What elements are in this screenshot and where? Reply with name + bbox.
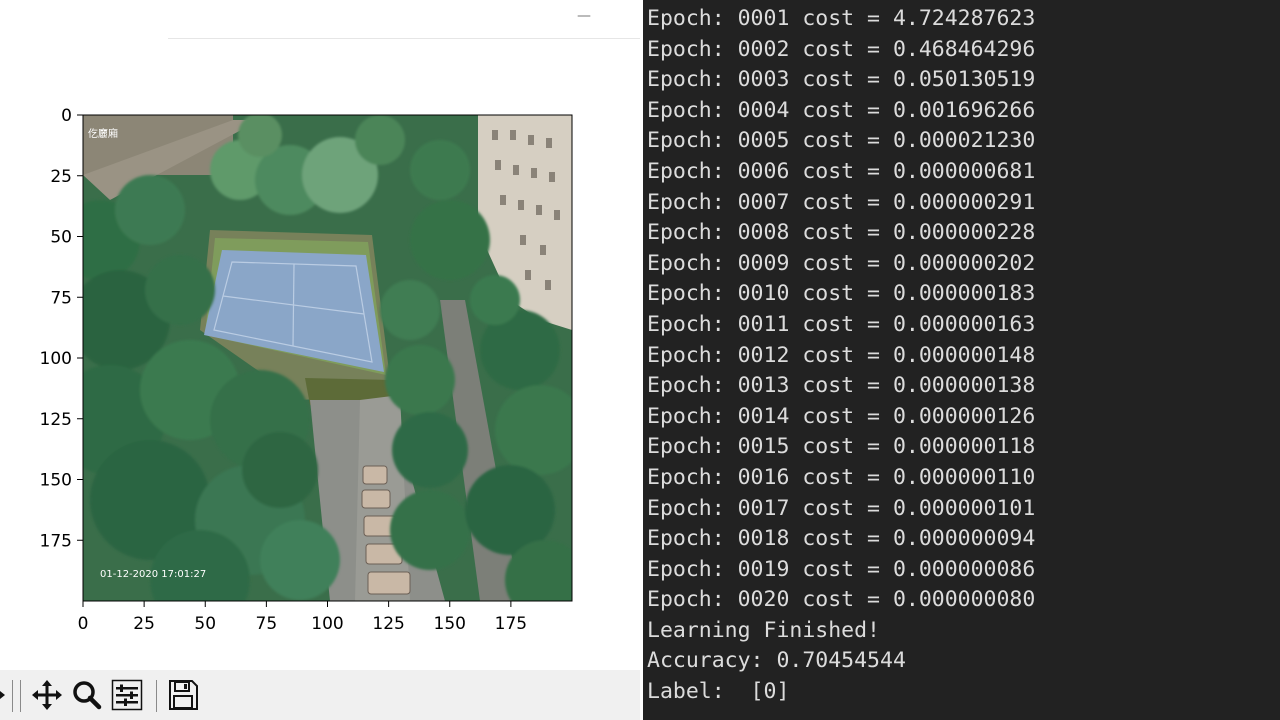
terminal-output[interactable]: Epoch: 0001 cost = 4.724287623 Epoch: 000…: [640, 0, 1280, 720]
toolbar-separator: [20, 680, 21, 712]
terminal-line: Epoch: 0020 cost = 0.000000080: [647, 587, 1036, 613]
pan-icon[interactable]: [30, 678, 64, 712]
x-tick-label: 50: [194, 614, 216, 634]
terminal-line: Epoch: 0012 cost = 0.000000148: [647, 342, 1036, 368]
x-axis: 0 25 50 75 100 125 150 175: [78, 601, 527, 634]
save-icon[interactable]: [166, 678, 200, 712]
x-tick-label: 125: [372, 614, 404, 634]
toolbar-separator: [156, 680, 157, 712]
terminal-line: Epoch: 0009 cost = 0.000000202: [647, 250, 1036, 276]
terminal-line: Epoch: 0018 cost = 0.000000094: [647, 526, 1036, 552]
terminal-line: Epoch: 0004 cost = 0.001696266: [647, 97, 1036, 123]
terminal-line: Epoch: 0014 cost = 0.000000126: [647, 403, 1036, 429]
figure-window: — 仡廲廂 01-12-2020 17:01:27 0 25 50 75 100…: [0, 0, 640, 720]
zoom-icon[interactable]: [70, 678, 104, 712]
x-tick-label: 175: [495, 614, 527, 634]
terminal-line: Epoch: 0016 cost = 0.000000110: [647, 464, 1036, 490]
x-tick-label: 0: [78, 614, 89, 634]
terminal-line: Label: [0]: [647, 679, 790, 705]
figure-toolbar: [0, 670, 640, 720]
y-tick-label: 75: [50, 288, 72, 308]
subplots-icon[interactable]: [110, 678, 144, 712]
terminal-line: Epoch: 0011 cost = 0.000000163: [647, 311, 1036, 337]
y-tick-label: 0: [61, 106, 72, 126]
terminal-line: Learning Finished!: [647, 617, 880, 643]
terminal-line: Epoch: 0015 cost = 0.000000118: [647, 434, 1036, 460]
y-tick-label: 100: [40, 349, 72, 369]
terminal-line: Epoch: 0001 cost = 4.724287623: [647, 6, 1036, 31]
y-tick-label: 150: [40, 471, 72, 491]
terminal-line: Epoch: 0019 cost = 0.000000086: [647, 556, 1036, 582]
terminal-line: Epoch: 0005 cost = 0.000021230: [647, 128, 1036, 154]
x-tick-label: 75: [256, 614, 278, 634]
terminal-line: Epoch: 0017 cost = 0.000000101: [647, 495, 1036, 521]
terminal-line: Epoch: 0007 cost = 0.000000291: [647, 189, 1036, 215]
terminal-line: Accuracy: 0.70454544: [647, 648, 906, 674]
terminal-lines: Epoch: 0001 cost = 4.724287623 Epoch: 000…: [647, 4, 1035, 708]
y-tick-label: 125: [40, 410, 72, 430]
toolbar-separator: [12, 680, 13, 712]
toolbar-forward-arrow-icon[interactable]: [0, 688, 6, 702]
x-tick-label: 25: [133, 614, 155, 634]
terminal-line: Epoch: 0008 cost = 0.000000228: [647, 220, 1036, 246]
y-tick-label: 175: [40, 531, 72, 551]
terminal-line: Epoch: 0013 cost = 0.000000138: [647, 373, 1036, 399]
image-plot[interactable]: 仡廲廂 01-12-2020 17:01:27 0 25 50 75 100 125 150…: [0, 0, 640, 670]
x-tick-label: 100: [311, 614, 343, 634]
terminal-line: Epoch: 0006 cost = 0.000000681: [647, 158, 1036, 184]
x-tick-label: 150: [434, 614, 466, 634]
y-tick-label: 25: [50, 167, 72, 187]
y-tick-label: 50: [50, 228, 72, 248]
camera-overlay-top: 仡廲廂: [88, 127, 118, 140]
terminal-line: Epoch: 0002 cost = 0.468464296: [647, 36, 1036, 62]
y-axis: 0 25 50 75 100 125 150 175: [40, 106, 83, 551]
aerial-photo-image: 仡廲廂 01-12-2020 17:01:27: [83, 115, 572, 601]
terminal-line: Epoch: 0003 cost = 0.050130519: [647, 67, 1036, 93]
camera-overlay-timestamp: 01-12-2020 17:01:27: [100, 569, 206, 580]
terminal-line: Epoch: 0010 cost = 0.000000183: [647, 281, 1036, 307]
